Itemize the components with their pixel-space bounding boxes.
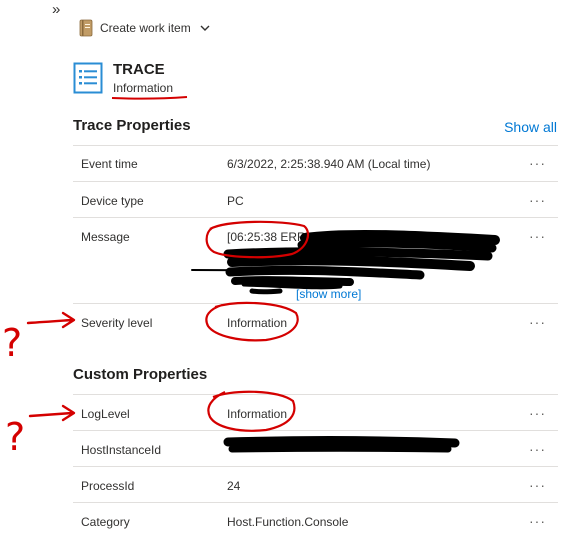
custom-properties-heading: Custom Properties [73,366,208,383]
trace-properties-heading: Trace Properties [73,117,191,134]
row-more-button[interactable]: ··· [529,314,546,330]
property-row-loglevel: LogLevel Information ··· [73,394,558,431]
property-row-hostinstanceid: HostInstanceId ··· [73,430,558,467]
page-title: TRACE [113,61,165,78]
property-value: PC [227,194,244,208]
question-mark-annotation: ? [5,415,25,459]
create-work-item-button[interactable]: Create work item [78,18,211,38]
property-value: Information [227,316,288,330]
arrow-annotation [26,311,76,329]
create-work-item-label: Create work item [100,21,191,35]
property-row-message: Message [06:25:38 ERR] [show more] ··· [73,217,558,304]
property-row-category: Category Host.Function.Console ··· [73,502,558,539]
notebook-icon [79,19,93,37]
property-label: HostInstanceId [81,443,162,457]
underline-annotation [111,96,188,100]
show-all-link[interactable]: Show all [504,119,557,135]
question-mark-annotation: ? [2,321,22,365]
property-row-device-type: Device type PC ··· [73,181,558,218]
row-more-button[interactable]: ··· [529,513,546,529]
row-more-button[interactable]: ··· [529,192,546,208]
page-subtitle: Information [113,81,174,95]
trace-list-icon [73,62,103,94]
item-header: TRACE Information [73,60,173,96]
row-more-button[interactable]: ··· [529,477,546,493]
trace-details-page: » Create work item TRACE Information Tra [0,0,572,540]
property-label: ProcessId [81,479,135,493]
property-label: Category [81,515,130,529]
arrow-annotation [28,404,76,422]
property-value: 24 [227,479,241,493]
property-value: Information [227,407,288,421]
property-label: LogLevel [81,407,130,421]
property-row-processid: ProcessId 24 ··· [73,466,558,503]
chevron-down-icon[interactable] [199,22,211,34]
property-label: Event time [81,157,138,171]
property-label: Severity level [81,316,153,330]
expand-panel-icon[interactable]: » [52,2,60,18]
property-label: Message [81,230,130,244]
property-label: Device type [81,194,144,208]
property-value: [06:25:38 ERR] [227,230,310,244]
property-row-event-time: Event time 6/3/2022, 2:25:38.940 AM (Loc… [73,145,558,182]
row-more-button[interactable]: ··· [529,155,546,171]
row-more-button[interactable]: ··· [529,441,546,457]
show-more-link[interactable]: [show more] [296,287,361,301]
property-row-severity-level: Severity level Information ··· [73,303,558,342]
row-more-button[interactable]: ··· [529,405,546,421]
row-more-button[interactable]: ··· [529,228,546,244]
property-value: 6/3/2022, 2:25:38.940 AM (Local time) [227,157,431,171]
property-value: Host.Function.Console [227,515,349,529]
